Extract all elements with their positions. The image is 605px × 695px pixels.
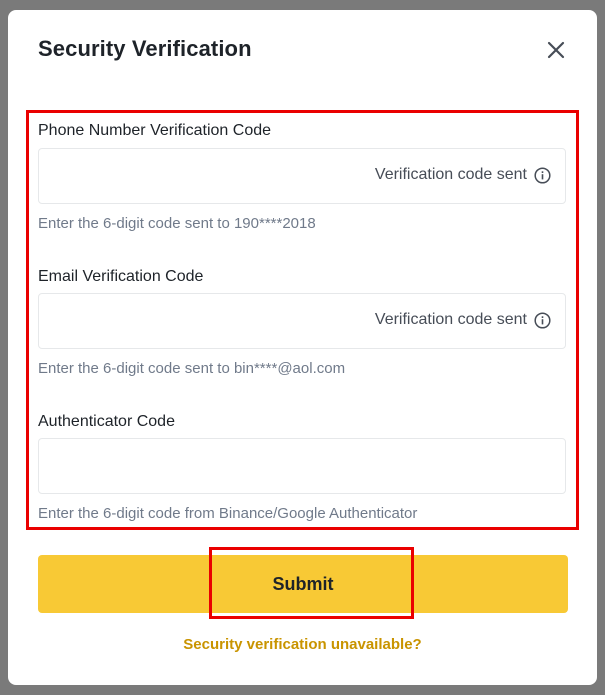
close-button[interactable]: [541, 35, 571, 65]
authenticator-code-label: Authenticator Code: [38, 413, 175, 430]
authenticator-code-helper: Enter the 6-digit code from Binance/Goog…: [38, 505, 418, 522]
info-icon[interactable]: [534, 166, 551, 184]
email-code-status-text: Verification code sent: [374, 311, 527, 328]
email-code-label: Email Verification Code: [38, 268, 204, 285]
verification-unavailable-link[interactable]: Security verification unavailable?: [8, 636, 597, 653]
phone-code-status-text: Verification code sent: [374, 166, 527, 183]
info-icon[interactable]: [534, 311, 551, 329]
phone-code-field[interactable]: Verification code sent: [38, 148, 566, 205]
close-icon: [547, 41, 565, 59]
email-code-sent-status: Verification code sent: [375, 311, 551, 329]
phone-code-input[interactable]: [51, 149, 355, 205]
phone-code-sent-status: Verification code sent: [375, 166, 551, 184]
email-code-input[interactable]: [51, 294, 355, 350]
dialog-title: Security Verification: [38, 36, 252, 61]
phone-code-label: Phone Number Verification Code: [38, 122, 272, 139]
authenticator-code-input[interactable]: [51, 439, 355, 495]
email-code-field[interactable]: Verification code sent: [38, 293, 566, 350]
security-verification-dialog: Security Verification Phone Number Verif…: [8, 10, 597, 685]
email-code-helper: Enter the 6-digit code sent to bin****@a…: [38, 360, 346, 377]
authenticator-code-field[interactable]: [38, 438, 566, 495]
submit-button[interactable]: Submit: [38, 555, 568, 613]
phone-code-helper: Enter the 6-digit code sent to 190****20…: [38, 215, 316, 232]
